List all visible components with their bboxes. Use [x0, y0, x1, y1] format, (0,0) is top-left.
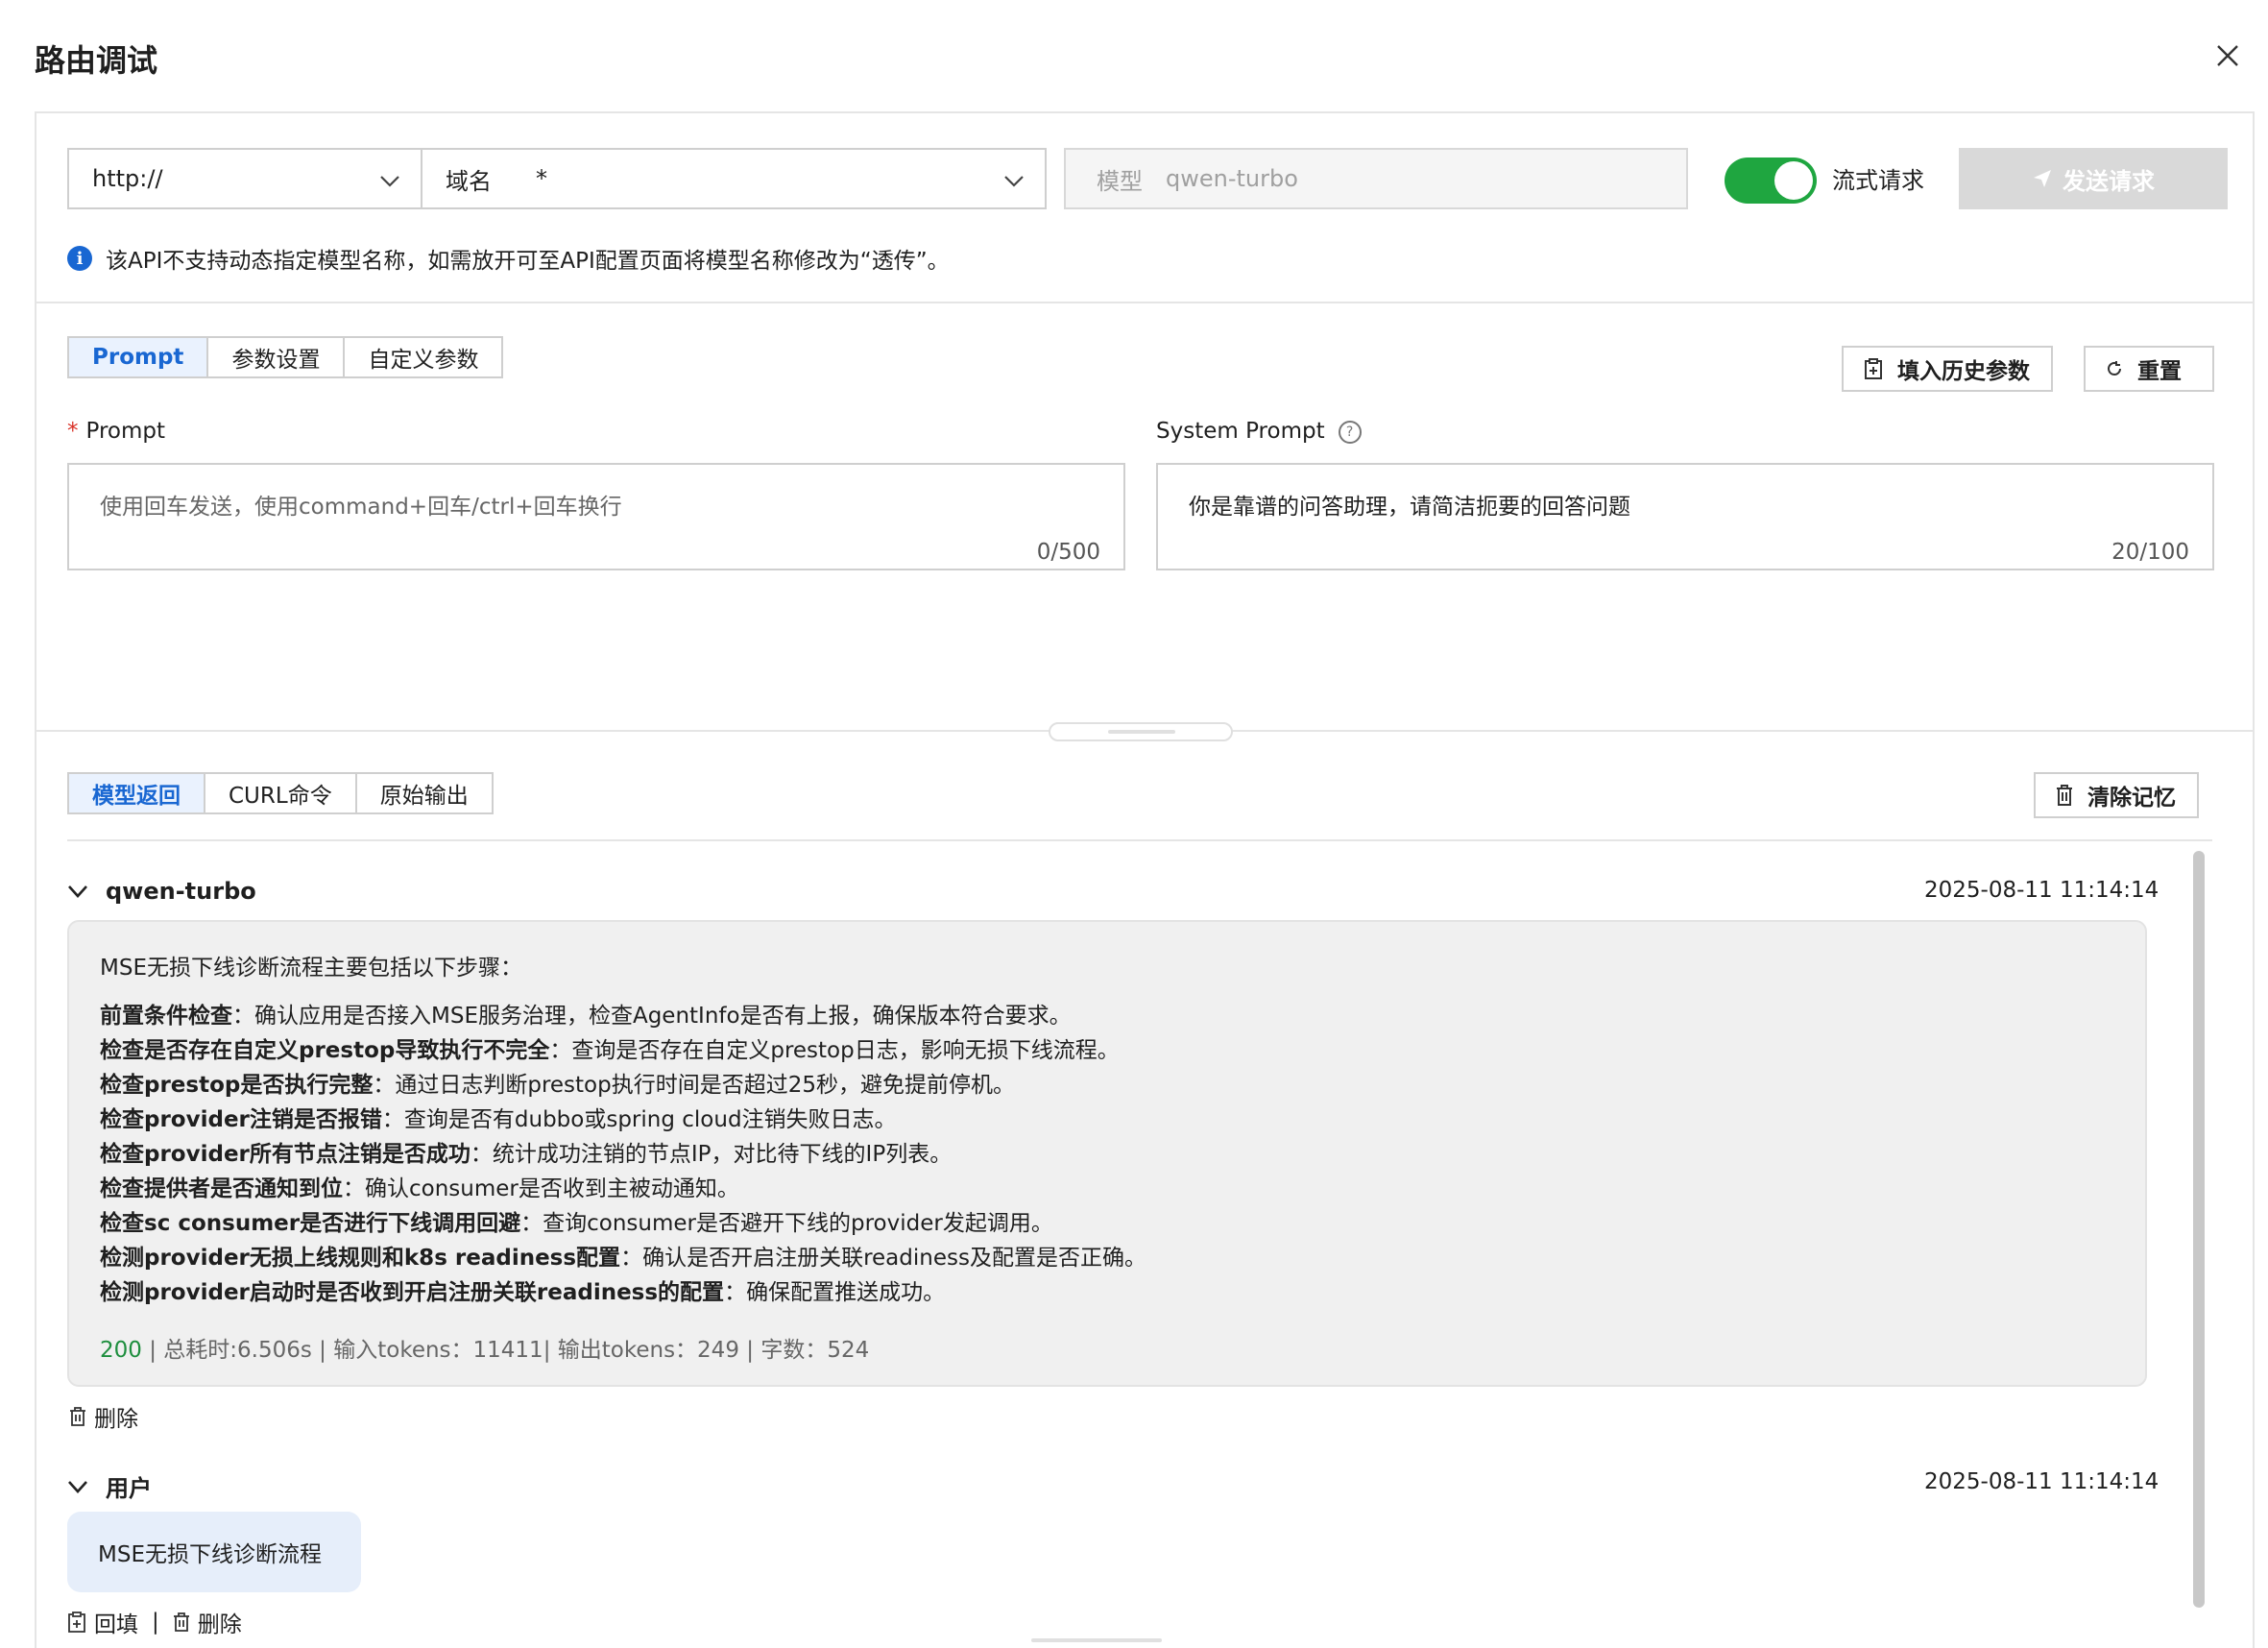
- prompt-placeholder: 使用回车发送，使用command+回车/ctrl+回车换行: [100, 495, 622, 520]
- chevron-down-icon: [68, 1480, 87, 1493]
- response-delete-link[interactable]: 删除: [69, 1400, 138, 1433]
- trash-icon: [70, 1407, 85, 1426]
- domain-select[interactable]: 域名 *: [421, 148, 1047, 209]
- close-icon[interactable]: [2214, 42, 2241, 69]
- tab-params[interactable]: 参数设置: [208, 338, 346, 376]
- chevron-down-icon: [380, 176, 399, 187]
- tab-prompt[interactable]: Prompt: [69, 338, 209, 376]
- trash-icon: [2057, 785, 2072, 806]
- info-text: 该API不支持动态指定模型名称，如需放开可至API配置页面将模型名称修改为“透传…: [106, 249, 950, 274]
- fill-history-label: 填入历史参数: [1897, 359, 2030, 384]
- response-step: 检查提供者是否通知到位：确认consumer是否收到主被动通知。: [100, 1176, 739, 1201]
- status-code: 200: [100, 1338, 142, 1363]
- resize-handle[interactable]: [1049, 722, 1233, 741]
- action-separator: |: [152, 1610, 159, 1635]
- stats-text: | 总耗时:6.506s | 输入tokens：11411| 输出tokens：…: [141, 1338, 870, 1363]
- tab-custom-params[interactable]: 自定义参数: [345, 338, 502, 376]
- tab-curl[interactable]: CURL命令: [205, 774, 357, 812]
- response-intro: MSE无损下线诊断流程主要包括以下步骤：: [100, 956, 522, 981]
- response-box: MSE无损下线诊断流程主要包括以下步骤： 前置条件检查：确认应用是否接入MSE服…: [67, 920, 2147, 1387]
- delete-label: 删除: [94, 1407, 138, 1432]
- trash-icon: [173, 1612, 189, 1632]
- user-delete-link[interactable]: 删除: [173, 1606, 242, 1638]
- response-step: 前置条件检查：确认应用是否接入MSE服务治理，检查AgentInfo是否有上报，…: [100, 1004, 1072, 1029]
- response-time: 2025-08-11 11:14:14: [1924, 878, 2159, 903]
- prompt-count: 0/500: [1036, 540, 1100, 565]
- model-input[interactable]: 模型 qwen-turbo: [1064, 148, 1688, 209]
- prompt-label: * Prompt: [67, 419, 165, 444]
- prompt-textarea[interactable]: 使用回车发送，使用command+回车/ctrl+回车换行 0/500: [67, 463, 1125, 570]
- tab-model-response[interactable]: 模型返回: [69, 774, 205, 812]
- dialog-title: 路由调试: [35, 42, 158, 79]
- send-request-button[interactable]: 发送请求: [1959, 148, 2228, 209]
- chevron-down-icon: [68, 885, 87, 898]
- response-step: 检查sc consumer是否进行下线调用回避：查询consumer是否避开下线…: [100, 1211, 1053, 1236]
- paste-icon: [1865, 358, 1882, 379]
- response-step: 检测provider无损上线规则和k8s readiness配置：确认是否开启注…: [100, 1246, 1146, 1271]
- send-label: 发送请求: [2063, 167, 2155, 195]
- response-step: 检测provider启动时是否收到开启注册关联readiness的配置：确保配置…: [100, 1280, 946, 1305]
- divider: [35, 302, 2255, 303]
- reset-button[interactable]: 重置: [2084, 346, 2214, 392]
- response-stats: 200 | 总耗时:6.506s | 输入tokens：11411| 输出tok…: [100, 1331, 869, 1364]
- output-tabs: 模型返回 CURL命令 原始输出: [67, 772, 494, 814]
- model-label: 模型: [1097, 167, 1143, 195]
- system-prompt-label-text: System Prompt: [1156, 419, 1325, 444]
- prompt-tabs: Prompt 参数设置 自定义参数: [67, 336, 504, 378]
- system-prompt-label: System Prompt?: [1156, 419, 1362, 444]
- response-header[interactable]: qwen-turbo: [67, 878, 256, 905]
- protocol-select[interactable]: http://: [67, 148, 422, 209]
- response-step: 检查prestop是否执行完整：通过日志判断prestop执行时间是否超过25秒…: [100, 1073, 1015, 1098]
- clear-memory-button[interactable]: 清除记忆: [2034, 772, 2199, 818]
- user-time: 2025-08-11 11:14:14: [1924, 1469, 2159, 1494]
- send-icon: [2034, 170, 2051, 187]
- protocol-value: http://: [92, 165, 163, 192]
- tab-raw-output[interactable]: 原始输出: [356, 774, 492, 812]
- refresh-icon: [2108, 361, 2121, 376]
- response-steps: 前置条件检查：确认应用是否接入MSE服务治理，检查AgentInfo是否有上报，…: [100, 999, 1146, 1310]
- response-step: 检查provider所有节点注销是否成功：统计成功注销的节点IP，对比待下线的I…: [100, 1142, 953, 1167]
- system-prompt-textarea[interactable]: 你是靠谱的问答助理，请简洁扼要的回答问题 20/100: [1156, 463, 2214, 570]
- user-header[interactable]: 用户: [67, 1469, 152, 1503]
- refill-link[interactable]: 回填: [67, 1606, 138, 1638]
- user-actions: 回填 | 删除: [67, 1606, 242, 1638]
- info-icon: i: [67, 246, 92, 271]
- system-prompt-value: 你是靠谱的问答助理，请简洁扼要的回答问题: [1189, 495, 1630, 520]
- bottom-resize-grip: [1031, 1638, 1162, 1642]
- toggle-knob: [1774, 161, 1813, 200]
- system-prompt-count: 20/100: [2111, 540, 2189, 565]
- response-step: 检查是否存在自定义prestop导致执行不完全：查询是否存在自定义prestop…: [100, 1038, 1120, 1063]
- domain-label: 域名: [446, 167, 492, 195]
- stream-toggle[interactable]: [1725, 158, 1817, 204]
- resize-grip: [1108, 730, 1175, 734]
- user-message-bubble: MSE无损下线诊断流程: [67, 1512, 361, 1592]
- help-icon[interactable]: ?: [1338, 420, 1362, 444]
- clear-memory-label: 清除记忆: [2087, 786, 2176, 811]
- paste-icon: [68, 1612, 85, 1633]
- info-notice: i 该API不支持动态指定模型名称，如需放开可至API配置页面将模型名称修改为“…: [67, 242, 950, 275]
- delete-label: 删除: [197, 1612, 242, 1637]
- chevron-down-icon: [1004, 176, 1024, 187]
- model-value: qwen-turbo: [1166, 165, 1298, 192]
- required-mark: *: [67, 419, 79, 444]
- response-model: qwen-turbo: [106, 878, 256, 905]
- fill-history-button[interactable]: 填入历史参数: [1842, 346, 2053, 392]
- user-label: 用户: [106, 1475, 152, 1502]
- scrollbar[interactable]: [2193, 851, 2205, 1608]
- stream-label: 流式请求: [1832, 167, 1924, 194]
- response-step: 检查provider注销是否报错：查询是否有dubbo或spring cloud…: [100, 1107, 897, 1132]
- refill-label: 回填: [94, 1612, 138, 1637]
- reset-label: 重置: [2137, 359, 2182, 384]
- prompt-label-text: Prompt: [85, 419, 166, 444]
- domain-value: *: [536, 165, 547, 192]
